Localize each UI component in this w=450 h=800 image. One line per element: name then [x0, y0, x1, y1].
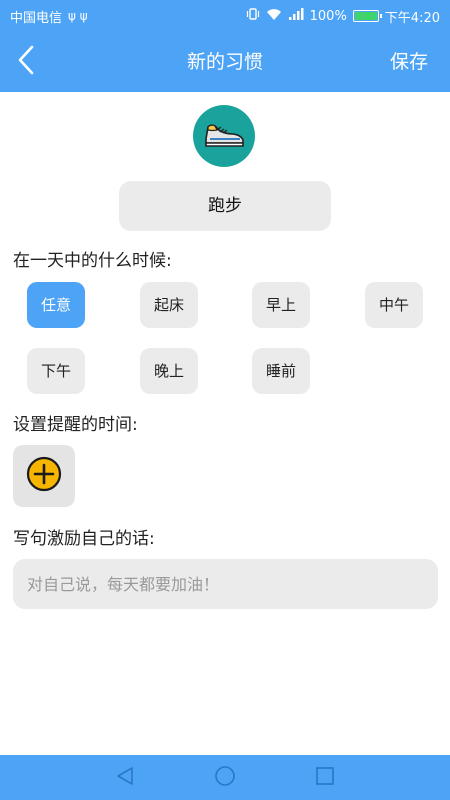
- nav-home-button[interactable]: [214, 765, 236, 791]
- add-reminder-button[interactable]: [13, 445, 75, 507]
- plus-circle-icon: [26, 456, 62, 496]
- status-bar: 中国电信 ψ ψ 100% 下午4:20: [0, 0, 450, 32]
- triangle-back-icon: [115, 766, 135, 790]
- chip-wake-up[interactable]: 起床: [140, 282, 198, 328]
- status-right: 100% 下午4:20: [246, 7, 440, 26]
- chip-morning[interactable]: 早上: [252, 282, 310, 328]
- page-title: 新的习惯: [186, 51, 263, 73]
- reminder-label: 设置提醒的时间:: [13, 415, 138, 435]
- motto-input[interactable]: [13, 559, 438, 609]
- chip-anytime[interactable]: 任意: [27, 282, 85, 328]
- carrier-name: 中国电信: [10, 10, 63, 26]
- motto-label: 写句激励自己的话:: [13, 529, 155, 549]
- vibrate-icon: [246, 7, 260, 25]
- circle-home-icon: [214, 765, 236, 791]
- app-bar: 新的习惯 保存: [0, 32, 450, 92]
- chip-noon[interactable]: 中午: [365, 282, 423, 328]
- status-left: 中国电信 ψ ψ: [10, 7, 88, 26]
- usb-icon: ψ ψ: [68, 9, 88, 23]
- save-button[interactable]: 保存: [390, 32, 428, 92]
- chip-before-sleep[interactable]: 睡前: [252, 348, 310, 394]
- clock: 下午4:20: [384, 10, 440, 26]
- chip-evening[interactable]: 晚上: [140, 348, 198, 394]
- habit-icon-button[interactable]: [193, 105, 255, 167]
- nav-recent-button[interactable]: [314, 766, 336, 790]
- chip-afternoon[interactable]: 下午: [27, 348, 85, 394]
- wifi-icon: [266, 8, 282, 25]
- nav-back-button[interactable]: [114, 766, 136, 790]
- battery-icon: [352, 10, 382, 22]
- system-nav-bar: [0, 755, 450, 800]
- sneaker-icon: [202, 119, 246, 153]
- battery-fill: [354, 12, 377, 20]
- signal-icon: [288, 8, 304, 24]
- habit-name-field[interactable]: 跑步: [119, 181, 331, 231]
- time-of-day-label: 在一天中的什么时候:: [13, 251, 172, 271]
- battery-percent: 100%: [309, 8, 347, 24]
- square-recent-icon: [315, 766, 335, 790]
